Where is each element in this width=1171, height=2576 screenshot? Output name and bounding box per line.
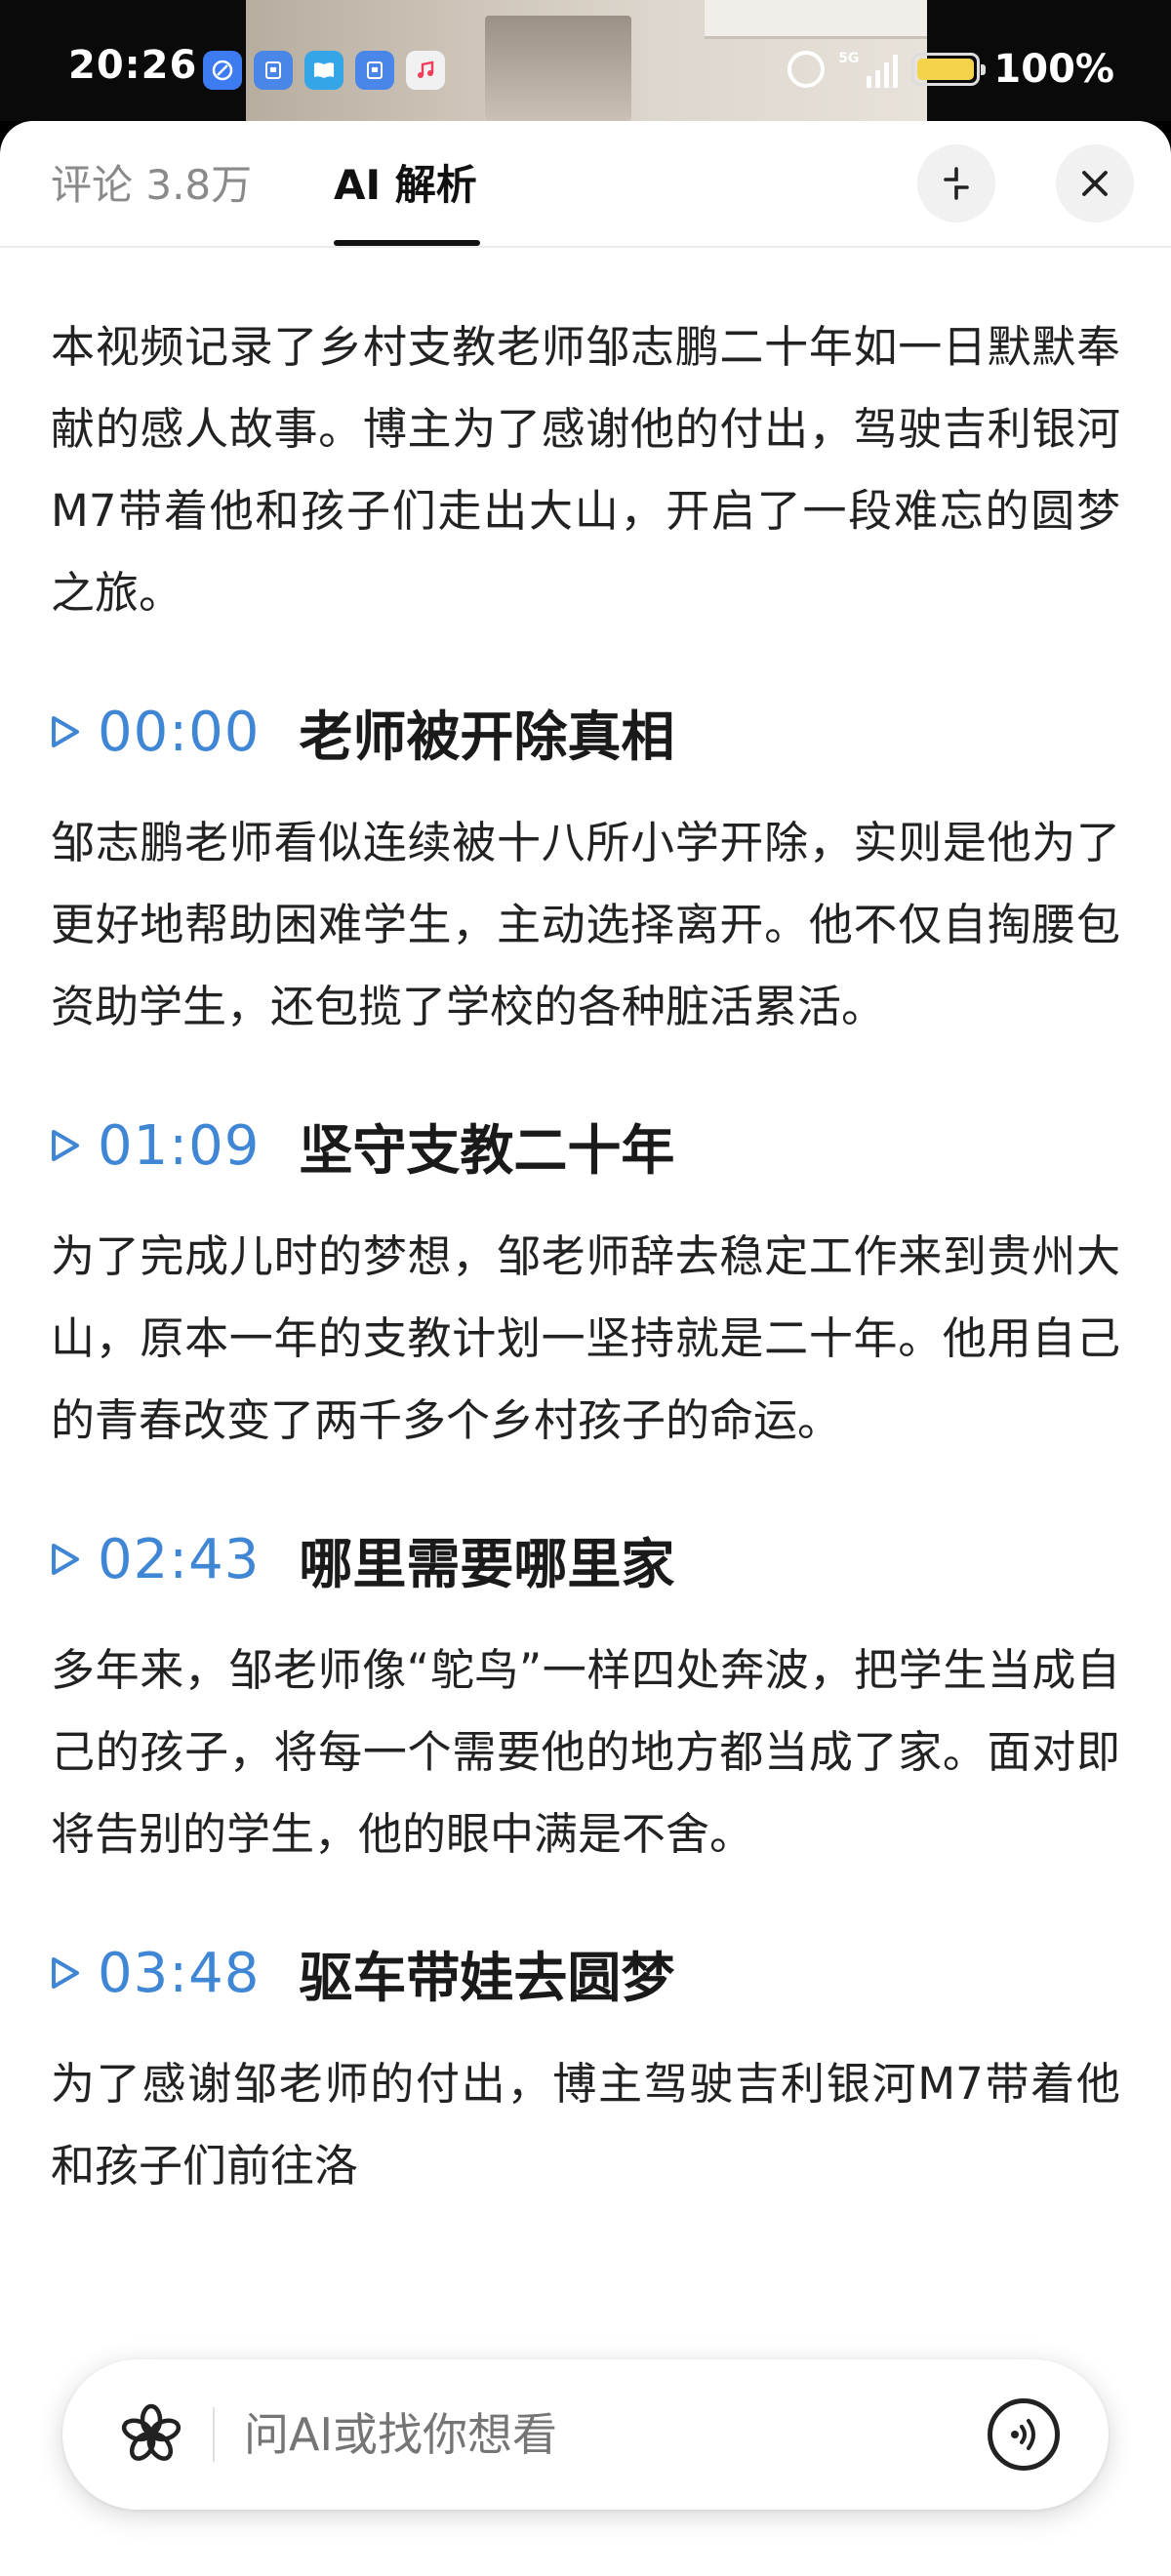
close-button[interactable] (1056, 144, 1134, 222)
chapter-section: 00:00 老师被开除真相 邹志鹏老师看似连续被十八所小学开除，实则是他为了更好… (51, 691, 1120, 1048)
chapter-header[interactable]: 02:43 哪里需要哪里家 (51, 1518, 1120, 1600)
play-icon (52, 1957, 79, 1989)
notification-icons (203, 51, 445, 90)
chapter-section: 03:48 驱车带娃去圆梦 为了感谢邹老师的付出，博主驾驶吉利银河M7带着他和孩… (51, 1932, 1120, 2207)
collapse-icon (944, 167, 969, 200)
play-icon (52, 1130, 79, 1161)
video-summary: 本视频记录了乡村支教老师邹志鹏二十年如一日默默奉献的感人故事。博主为了感谢他的付… (51, 321, 1120, 619)
air-conditioner (705, 0, 927, 39)
chapter-title: 坚守支教二十年 (299, 1119, 675, 1182)
signal-icon: 5G (838, 51, 899, 88)
battery-icon (911, 53, 987, 86)
chapter-timestamp[interactable]: 00:00 (98, 701, 260, 764)
chapter-section: 01:09 坚守支教二十年 为了完成儿时的梦想，邹老师辞去稳定工作来到贵州大山，… (51, 1105, 1120, 1462)
battery-percent: 100% (993, 47, 1114, 92)
ai-analysis-sheet: 评论 3.8万 AI 解析 本视频记录了乡村支教老师邹志鹏二十年如一日默默奉献的… (0, 121, 1171, 2576)
status-time: 20:26 (68, 43, 198, 88)
wall-box (485, 16, 631, 121)
wallet-icon (355, 51, 394, 90)
status-right: 5G 100% (787, 47, 1114, 92)
chapter-header[interactable]: 00:00 老师被开除真相 (51, 691, 1120, 773)
collapse-button[interactable] (917, 144, 995, 222)
alarm-icon (787, 51, 826, 88)
chapter-text: 多年来，邹老师像“鸵鸟”一样四处奔波，把学生当成自己的孩子，将每一个需要他的地方… (51, 1644, 1120, 1860)
chapter-timestamp[interactable]: 02:43 (98, 1528, 260, 1591)
reader-icon (304, 51, 343, 90)
voice-wave-icon (1011, 2419, 1035, 2450)
chapter-timestamp[interactable]: 01:09 (98, 1114, 260, 1178)
chapter-title: 驱车带娃去圆梦 (299, 1947, 675, 2009)
chapter-text: 为了完成儿时的梦想，邹老师辞去稳定工作来到贵州大山，原本一年的支教计划一坚持就是… (51, 1230, 1120, 1446)
active-tab-indicator (334, 240, 480, 246)
chapter-section: 02:43 哪里需要哪里家 多年来，邹老师像“鸵鸟”一样四处奔波，把学生当成自己… (51, 1518, 1120, 1875)
chapter-text: 为了感谢邹老师的付出，博主驾驶吉利银河M7带着他和孩子们前往洛 (51, 2058, 1120, 2192)
network-type: 5G (838, 51, 860, 66)
tab-bar: 评论 3.8万 AI 解析 (0, 121, 1171, 248)
ask-divider (213, 2407, 215, 2462)
status-bar: 20:26 5G 100% (0, 0, 1171, 121)
ai-assistant-icon[interactable] (117, 2400, 185, 2469)
ask-ai-input[interactable] (244, 2408, 927, 2461)
play-icon (52, 716, 79, 747)
chapter-title: 老师被开除真相 (299, 705, 675, 768)
music-icon (406, 51, 445, 90)
chapter-title: 哪里需要哪里家 (299, 1533, 675, 1595)
chapter-header[interactable]: 01:09 坚守支教二十年 (51, 1105, 1120, 1187)
tab-comments[interactable]: 评论 3.8万 (51, 158, 252, 213)
ask-ai-bar[interactable] (62, 2359, 1109, 2510)
screen: 20:26 5G 100% 评论 3.8万 AI 解析 本视频记录了乡村支教老师… (0, 0, 1171, 2576)
wallet-icon (254, 51, 293, 90)
analysis-content: 本视频记录了乡村支教老师邹志鹏二十年如一日默默奉献的感人故事。博主为了感谢他的付… (51, 306, 1120, 2207)
chapter-text: 邹志鹏老师看似连续被十八所小学开除，实则是他为了更好地帮助困难学生，主动选择离开… (51, 817, 1120, 1032)
voice-button[interactable] (988, 2398, 1060, 2471)
tab-ai-analysis[interactable]: AI 解析 (334, 158, 477, 213)
play-icon (52, 1544, 79, 1575)
chapter-header[interactable]: 03:48 驱车带娃去圆梦 (51, 1932, 1120, 2014)
browser-icon (203, 51, 242, 90)
close-icon (1082, 171, 1108, 196)
chapter-timestamp[interactable]: 03:48 (98, 1942, 260, 2005)
